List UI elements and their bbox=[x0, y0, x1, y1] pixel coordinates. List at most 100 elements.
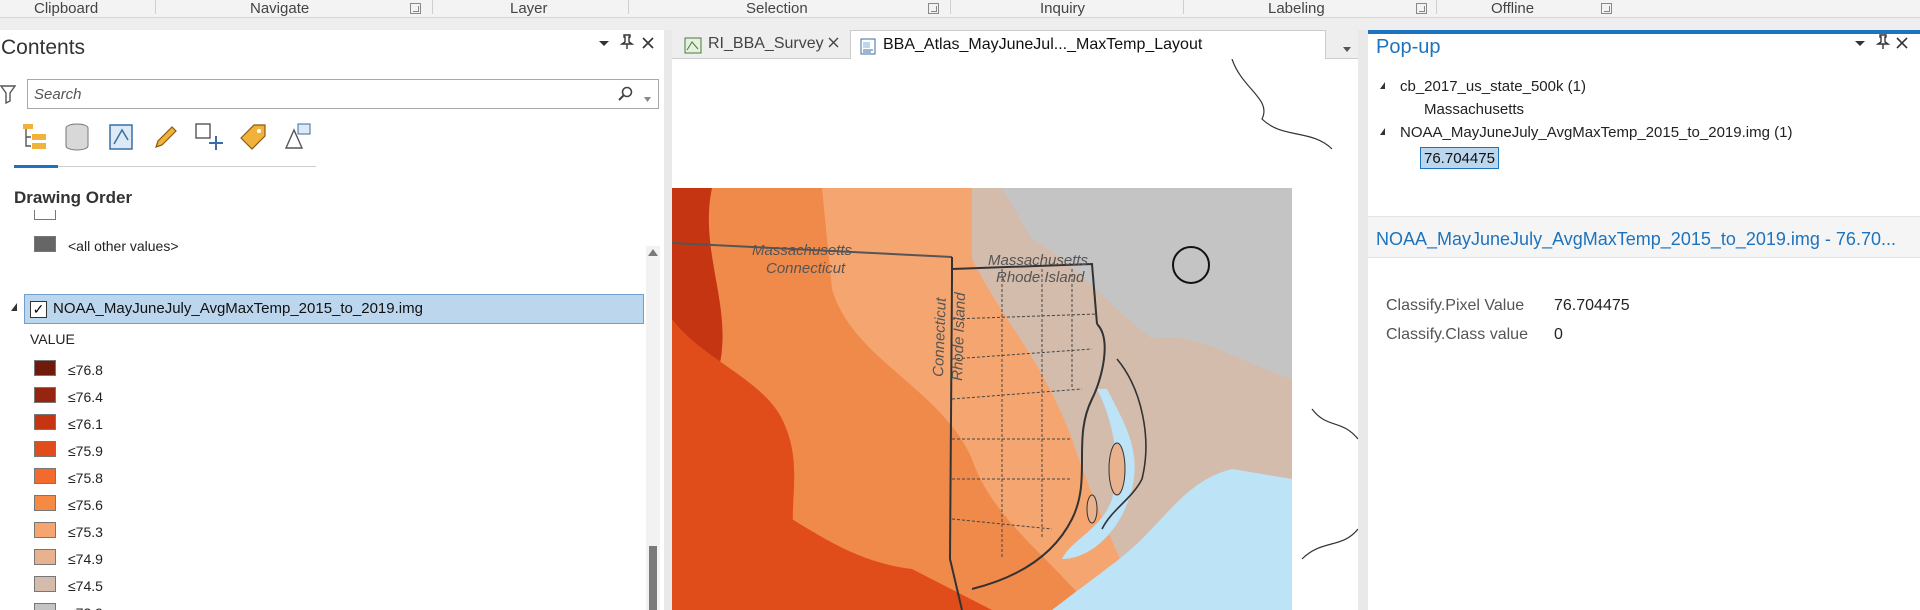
selection-launcher-icon[interactable] bbox=[928, 3, 939, 14]
pane-menu-icon[interactable] bbox=[598, 36, 610, 54]
pane-splitter[interactable] bbox=[1358, 30, 1368, 610]
layer-visibility-checkbox[interactable]: ✓ bbox=[30, 301, 47, 318]
tree-expander-icon[interactable] bbox=[1380, 128, 1385, 135]
search-options-icon[interactable] bbox=[643, 90, 652, 108]
legend-label: ≤76.4 bbox=[68, 389, 103, 405]
ribbon-group-inquiry: Inquiry bbox=[1040, 0, 1086, 17]
legend-label: ≤75.3 bbox=[68, 524, 103, 540]
map-view[interactable]: Massachusetts Connecticut Massachusetts … bbox=[672, 59, 1358, 610]
legend-swatch[interactable] bbox=[34, 387, 56, 403]
legend-swatch[interactable] bbox=[34, 360, 56, 376]
legend-item: ≤76.8 bbox=[0, 360, 300, 382]
list-by-editing-icon[interactable] bbox=[148, 120, 182, 154]
legend-swatch[interactable] bbox=[34, 522, 56, 538]
list-by-selection-icon[interactable] bbox=[104, 120, 138, 154]
legend-swatch[interactable] bbox=[34, 468, 56, 484]
pane-splitter[interactable] bbox=[664, 30, 672, 610]
island-conanicut bbox=[1086, 494, 1098, 524]
popup-layer-noaa[interactable]: NOAA_MayJuneJuly_AvgMaxTemp_2015_to_2019… bbox=[1400, 124, 1792, 141]
ribbon-group-clipboard: Clipboard bbox=[34, 0, 99, 17]
legend-item: ≤74.5 bbox=[0, 576, 300, 598]
ribbon-separator bbox=[950, 0, 951, 14]
tab-label: RI_BBA_Survey bbox=[708, 35, 824, 52]
legend-label: ≤75.9 bbox=[68, 443, 103, 459]
legend-label: ≤76.1 bbox=[68, 416, 103, 432]
popup-pane: Pop-up cb_2017_us_state_500k (1) Massach… bbox=[1368, 30, 1920, 610]
legend-row-other-values: <all other values> bbox=[0, 236, 620, 258]
legend-swatch[interactable] bbox=[34, 414, 56, 430]
ribbon-gap bbox=[0, 18, 1920, 30]
ribbon-group-offline: Offline bbox=[1491, 0, 1535, 17]
popup-layer-states[interactable]: cb_2017_us_state_500k (1) bbox=[1400, 78, 1586, 95]
tab-list-dropdown-icon[interactable] bbox=[1342, 40, 1352, 58]
popup-feature-value-selected[interactable]: 76.704475 bbox=[1420, 147, 1499, 169]
tab-ri-bba-survey[interactable]: RI_BBA_Survey bbox=[676, 30, 848, 59]
search-placeholder: Search bbox=[34, 86, 82, 103]
ribbon-group-layer: Layer bbox=[510, 0, 548, 17]
ribbon-separator bbox=[155, 0, 156, 14]
legend-swatch[interactable] bbox=[34, 576, 56, 592]
layout-tab-icon bbox=[859, 37, 877, 55]
tree-expander-icon[interactable] bbox=[1380, 82, 1385, 89]
legend-swatch[interactable] bbox=[34, 495, 56, 511]
active-view-indicator bbox=[14, 165, 58, 168]
legend-label: ≤75.8 bbox=[68, 470, 103, 486]
search-icon[interactable] bbox=[618, 86, 634, 107]
list-by-drawing-order-icon[interactable] bbox=[18, 120, 52, 154]
legend-swatch[interactable] bbox=[34, 549, 56, 565]
pane-menu-icon[interactable] bbox=[1854, 36, 1866, 54]
search-input[interactable]: Search bbox=[27, 79, 659, 109]
popup-feature-massachusetts[interactable]: Massachusetts bbox=[1424, 101, 1524, 118]
filter-icon[interactable] bbox=[0, 84, 17, 109]
legend-label: ≤75.6 bbox=[68, 497, 103, 513]
ribbon-group-navigate: Navigate bbox=[250, 0, 310, 17]
legend-label: ≤74.5 bbox=[68, 578, 103, 594]
map-label-rhode-island: Rhode Island bbox=[996, 269, 1085, 286]
scroll-up-icon[interactable] bbox=[648, 249, 658, 256]
contents-scrollbar[interactable] bbox=[646, 246, 660, 610]
attribute-key: Classify.Pixel Value bbox=[1386, 297, 1525, 314]
coastline-ne bbox=[1231, 59, 1333, 150]
value-header: VALUE bbox=[30, 331, 230, 353]
collapse-layer-icon[interactable] bbox=[11, 303, 17, 311]
legend-item: ≤76.1 bbox=[0, 414, 300, 436]
legend-swatch bbox=[34, 236, 56, 252]
scrollbar-thumb[interactable] bbox=[649, 546, 657, 610]
popup-detail-title: NOAA_MayJuneJuly_AvgMaxTemp_2015_to_2019… bbox=[1376, 229, 1896, 249]
legend-swatch[interactable] bbox=[34, 441, 56, 457]
legend-item: ≤75.8 bbox=[0, 468, 300, 490]
map-label-rhode-island-vertical: Rhode Island bbox=[949, 292, 969, 382]
close-icon[interactable] bbox=[642, 36, 654, 54]
legend-item: ≤75.6 bbox=[0, 495, 300, 517]
contents-title: Contents bbox=[1, 36, 86, 59]
navigate-launcher-icon[interactable] bbox=[410, 3, 421, 14]
labeling-launcher-icon[interactable] bbox=[1416, 3, 1427, 14]
popup-accent-bar bbox=[1368, 30, 1920, 34]
list-by-source-icon[interactable] bbox=[60, 120, 94, 154]
island-aquidneck bbox=[1108, 442, 1126, 496]
legend-item: ≤74.9 bbox=[0, 549, 300, 571]
list-by-perspective-imagery-icon[interactable] bbox=[280, 120, 314, 154]
attribute-key: Classify.Class value bbox=[1386, 326, 1528, 343]
tab-bba-atlas-layout[interactable]: BBA_Atlas_MayJuneJul..._MaxTemp_Layout bbox=[850, 30, 1326, 59]
tab-close-icon[interactable] bbox=[828, 30, 839, 58]
ribbon-group-selection: Selection bbox=[746, 0, 808, 17]
list-by-labeling-icon[interactable] bbox=[236, 120, 270, 154]
popup-title: Pop-up bbox=[1376, 36, 1441, 58]
legend-swatch[interactable] bbox=[34, 603, 56, 610]
attribute-value: 76.704475 bbox=[1554, 297, 1630, 314]
pin-icon[interactable] bbox=[1875, 34, 1891, 55]
close-icon[interactable] bbox=[1896, 36, 1908, 54]
ribbon-separator bbox=[628, 0, 629, 14]
contents-pane: Contents Search Drawing Order <all other… bbox=[0, 30, 664, 610]
legend-item: ≤76.4 bbox=[0, 387, 300, 409]
popup-detail-header: NOAA_MayJuneJuly_AvgMaxTemp_2015_to_2019… bbox=[1368, 216, 1920, 258]
value-header-label: VALUE bbox=[30, 331, 75, 347]
list-by-snapping-icon[interactable] bbox=[192, 120, 226, 154]
temperature-map[interactable]: Massachusetts Connecticut Massachusetts … bbox=[672, 59, 1358, 610]
ribbon-group-labeling: Labeling bbox=[1268, 0, 1325, 17]
attribute-value: 0 bbox=[1554, 326, 1563, 343]
pin-icon[interactable] bbox=[619, 34, 635, 55]
offline-launcher-icon[interactable] bbox=[1601, 3, 1612, 14]
layer-row-noaa-temp[interactable]: ✓ NOAA_MayJuneJuly_AvgMaxTemp_2015_to_20… bbox=[24, 294, 644, 324]
